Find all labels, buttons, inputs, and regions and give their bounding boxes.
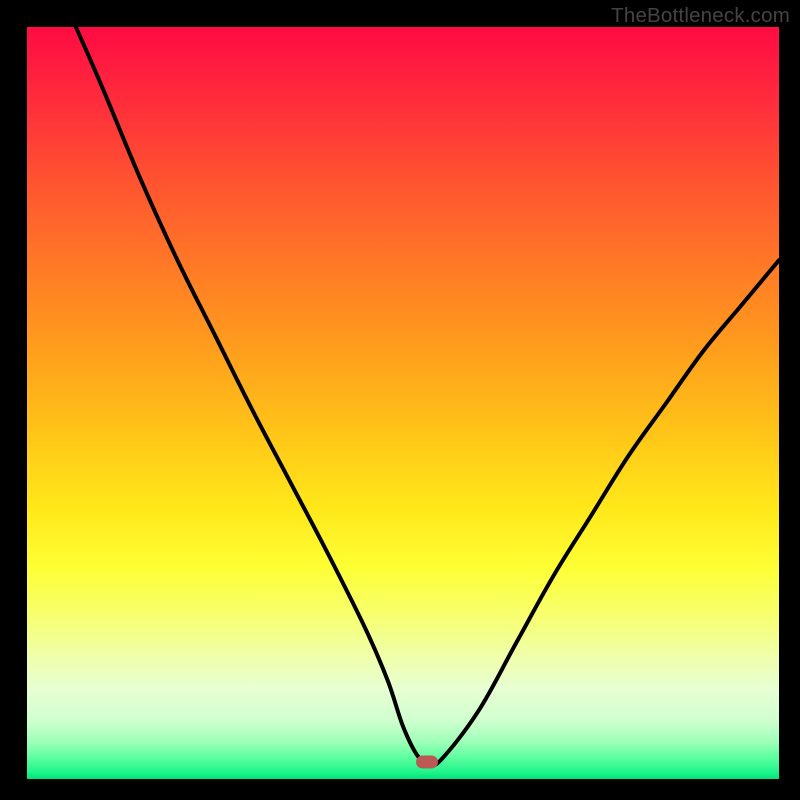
watermark-text: TheBottleneck.com xyxy=(611,4,790,28)
chart-container: TheBottleneck.com xyxy=(0,0,800,800)
minimum-marker xyxy=(416,756,438,769)
curve-svg xyxy=(27,27,779,779)
bottleneck-curve xyxy=(76,27,779,765)
plot-area xyxy=(27,27,779,779)
